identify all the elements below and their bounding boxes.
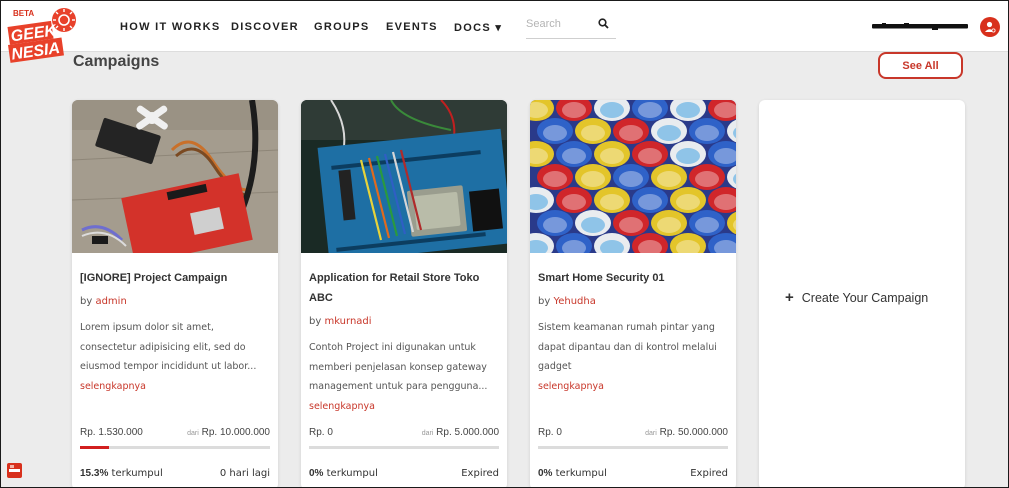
campaign-description: Sistem keamanan rumah pintar yang dapat … — [538, 318, 728, 396]
collected-stat: 0% terkumpul — [538, 468, 607, 479]
campaign-image-arduino-board[interactable] — [301, 100, 507, 253]
author-link[interactable]: mkurnadi — [324, 316, 371, 327]
campaign-status: Expired — [461, 468, 499, 479]
amount-target: Rp. 10.000.000 — [201, 427, 270, 438]
app-tray-icon[interactable] — [7, 463, 22, 478]
collected-stat: 15.3% terkumpul — [80, 468, 163, 479]
funding-progress-bar — [309, 446, 499, 449]
campaign-title[interactable]: Application for Retail Store Toko ABC — [309, 268, 499, 308]
collected-label: terkumpul — [555, 468, 607, 479]
nav-docs-label: DOCS — [454, 22, 491, 34]
nav-how-it-works[interactable]: HOW IT WORKS — [120, 21, 221, 33]
collected-percent: 0% — [309, 468, 324, 479]
amount-raised: Rp. 0 — [309, 427, 333, 438]
of-label: dari — [645, 430, 657, 437]
nav-events[interactable]: EVENTS — [386, 21, 438, 33]
collected-label: terkumpul — [111, 468, 163, 479]
campaign-card-body: [IGNORE] Project Campaign by admin Lorem… — [80, 268, 270, 396]
campaign-card-body: Smart Home Security 01 by Yehudha Sistem… — [538, 268, 728, 396]
redacted-username[interactable] — [872, 23, 968, 30]
author-link[interactable]: Yehudha — [553, 296, 595, 307]
description-text: Lorem ipsum dolor sit amet, consectetur … — [80, 322, 257, 372]
funding-progress-fill — [80, 446, 110, 449]
read-more-link[interactable]: selengkapnya — [80, 381, 146, 392]
campaign-card[interactable]: Application for Retail Store Toko ABC by… — [301, 100, 507, 487]
campaign-image-bottle-caps[interactable] — [530, 100, 736, 253]
campaign-funding: Rp. 1.530.000 dari Rp. 10.000.000 15.3% … — [80, 427, 270, 482]
campaign-funding: Rp. 0 dari Rp. 50.000.000 0% terkumpul E… — [538, 427, 728, 482]
amount-target: Rp. 50.000.000 — [659, 427, 728, 438]
amount-target-line: dari Rp. 50.000.000 — [645, 427, 728, 438]
amount-target-line: dari Rp. 5.000.000 — [422, 427, 499, 438]
nav-groups[interactable]: GROUPS — [314, 21, 369, 33]
funding-progress-bar — [538, 446, 728, 449]
chevron-down-icon: ▾ — [495, 22, 503, 34]
top-navbar: BETA GEEK NESIA HOW IT WORKS DISCOVER GR… — [1, 1, 1008, 64]
campaign-card[interactable]: Smart Home Security 01 by Yehudha Sistem… — [530, 100, 736, 487]
campaign-image-servo-board[interactable] — [72, 100, 278, 253]
nav-discover[interactable]: DISCOVER — [231, 21, 299, 33]
amount-raised: Rp. 0 — [538, 427, 562, 438]
author-link[interactable]: admin — [95, 296, 126, 307]
campaign-card-body: Application for Retail Store Toko ABC by… — [309, 268, 499, 416]
create-campaign-label: Create Your Campaign — [801, 291, 929, 305]
campaign-title[interactable]: [IGNORE] Project Campaign — [80, 268, 270, 288]
user-icon — [985, 21, 996, 33]
plus-icon: + — [785, 289, 794, 306]
campaign-author-line: by admin — [80, 296, 270, 307]
campaign-status: 0 hari lagi — [219, 468, 270, 479]
campaign-card[interactable]: [IGNORE] Project Campaign by admin Lorem… — [72, 100, 278, 487]
app-frame: BETA GEEK NESIA HOW IT WORKS DISCOVER GR… — [0, 0, 1009, 488]
search-input[interactable] — [526, 14, 590, 34]
collected-label: terkumpul — [326, 468, 378, 479]
campaign-status: Expired — [690, 468, 728, 479]
by-label: by — [309, 316, 322, 327]
campaign-title[interactable]: Smart Home Security 01 — [538, 268, 728, 288]
description-text: Contoh Project ini digunakan untuk membe… — [309, 342, 488, 392]
nav-docs-dropdown[interactable]: DOCS ▾ — [454, 21, 502, 34]
campaign-author-line: by Yehudha — [538, 296, 728, 307]
read-more-link[interactable]: selengkapnya — [538, 381, 604, 392]
campaign-description: Contoh Project ini digunakan untuk membe… — [309, 338, 499, 416]
search-box — [526, 14, 616, 39]
create-campaign-button[interactable]: + Create Your Campaign — [785, 289, 928, 306]
user-avatar-button[interactable] — [980, 17, 1000, 37]
funding-progress-bar — [80, 446, 270, 449]
collected-percent: 0% — [538, 468, 553, 479]
page-title: Campaigns — [73, 53, 160, 70]
description-text: Sistem keamanan rumah pintar yang dapat … — [538, 322, 717, 372]
collected-stat: 0% terkumpul — [309, 468, 378, 479]
of-label: dari — [421, 430, 434, 437]
campaign-funding: Rp. 0 dari Rp. 5.000.000 0% terkumpul Ex… — [309, 427, 499, 482]
of-label: dari — [187, 430, 199, 437]
amount-raised: Rp. 1.530.000 — [80, 427, 143, 438]
by-label: by — [538, 296, 551, 307]
by-label: by — [80, 296, 93, 307]
campaign-description: Lorem ipsum dolor sit amet, consectetur … — [80, 318, 270, 396]
geeknesia-logo[interactable]: BETA GEEK NESIA — [7, 3, 79, 73]
logo-beta-text: BETA — [13, 9, 34, 18]
create-campaign-card[interactable]: + Create Your Campaign — [759, 100, 965, 487]
amount-target: Rp. 5.000.000 — [436, 427, 499, 438]
search-icon[interactable] — [598, 18, 609, 29]
see-all-button[interactable]: See All — [878, 52, 963, 79]
campaign-author-line: by mkurnadi — [309, 316, 499, 327]
amount-target-line: dari Rp. 10.000.000 — [187, 427, 270, 438]
collected-percent: 15.3% — [80, 468, 109, 479]
read-more-link[interactable]: selengkapnya — [309, 401, 375, 412]
